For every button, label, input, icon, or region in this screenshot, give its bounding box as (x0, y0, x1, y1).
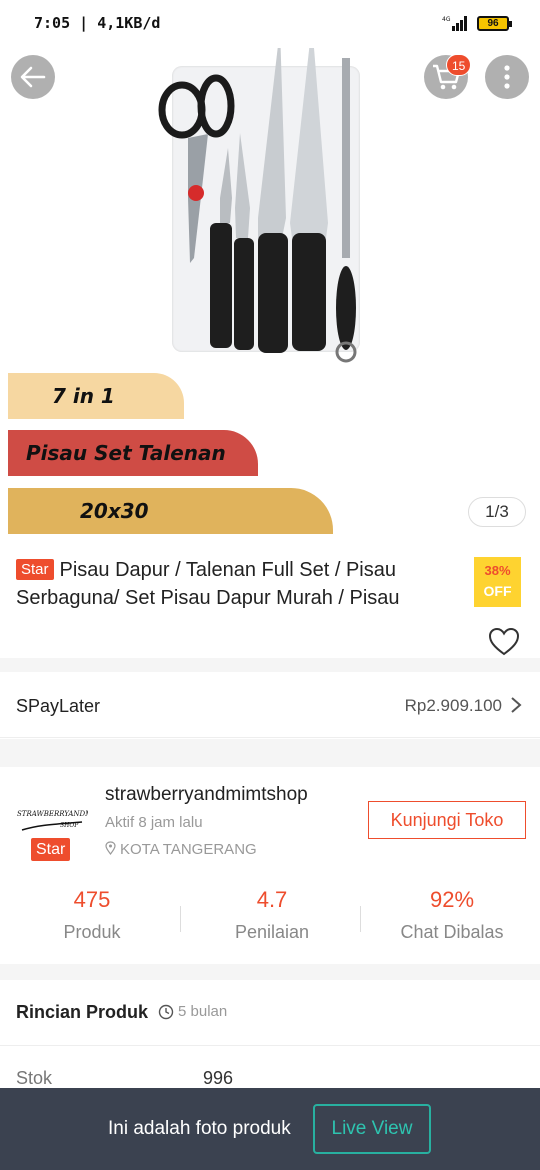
chevron-right-icon (511, 697, 522, 713)
details-time-text: 5 bulan (178, 1003, 228, 1020)
visit-shop-button[interactable]: Kunjungi Toko (368, 801, 526, 839)
spaylater-value: Rp2.909.100 (404, 696, 502, 715)
discount-percent: 38% (484, 563, 511, 578)
detail-row-value: 996 (203, 1068, 234, 1088)
status-time: 7:05 | 4,1KB/d (34, 14, 161, 32)
shop-stat-rating[interactable]: 4.7 Penilaian (182, 885, 362, 949)
stat-value: 4.7 (256, 887, 288, 912)
stat-value: 475 (73, 887, 111, 912)
shop-logo[interactable]: STRAWBERRYANDMIMI SHOP (16, 804, 88, 836)
stat-value: 92% (429, 887, 475, 912)
svg-text:SHOP: SHOP (60, 822, 79, 829)
svg-text:4G: 4G (442, 16, 451, 23)
stat-label: Produk (63, 922, 121, 942)
divider (0, 1045, 540, 1046)
bottom-bar: Ini adalah foto produk Live View (0, 1088, 540, 1170)
details-time: 5 bulan (158, 1003, 227, 1020)
battery-icon: 96 (477, 16, 512, 31)
clock-icon (158, 1004, 174, 1019)
details-title: Rincian Produk (16, 1002, 149, 1022)
banner-count: 7 in 1 (8, 373, 184, 419)
shop-stat-chat[interactable]: 92% Chat Dibalas (362, 885, 540, 949)
product-title-text: Pisau Dapur / Talenan Full Set / Pisau S… (16, 559, 400, 609)
product-page: 7:05 | 4,1KB/d 4G 96 15 7 in 1 Pisau Set… (0, 0, 540, 1170)
more-button[interactable] (485, 55, 529, 99)
shop-stat-products[interactable]: 475 Produk (2, 885, 182, 949)
detail-row-label: Stok (16, 1068, 53, 1088)
location-pin-icon (105, 841, 116, 855)
svg-text:STRAWBERRYANDMIMI: STRAWBERRYANDMIMI (17, 810, 88, 818)
banner-size: 20x30 (8, 488, 333, 534)
back-button[interactable] (11, 55, 55, 99)
shop-active-status: Aktif 8 jam lalu (105, 814, 203, 831)
star-badge: Star (16, 559, 54, 580)
shop-name[interactable]: strawberryandmimtshop (105, 784, 308, 806)
shop-star-badge: Star (31, 838, 71, 861)
product-gallery[interactable]: 15 7 in 1 Pisau Set Talenan 20x30 1/3 (0, 48, 540, 538)
spaylater-label: SPayLater (16, 696, 101, 716)
stat-label: Penilaian (234, 922, 310, 942)
back-arrow-icon (20, 66, 46, 88)
section-divider (0, 964, 540, 980)
stat-label: Chat Dibalas (400, 922, 504, 942)
spaylater-row[interactable]: SPayLater Rp2.909.100 (0, 672, 540, 738)
gallery-page-indicator: 1/3 (468, 497, 526, 527)
discount-badge: 38% OFF (474, 557, 521, 607)
banner-product: Pisau Set Talenan (8, 430, 258, 476)
more-vertical-icon (504, 65, 510, 89)
signal-icon: 4G (442, 16, 467, 31)
section-divider (0, 739, 540, 767)
stat-divider (360, 906, 361, 932)
live-view-button[interactable]: Live View (313, 1104, 431, 1154)
shop-location: KOTA TANGERANG (105, 841, 257, 858)
section-divider (0, 658, 540, 672)
product-image (158, 48, 357, 363)
heart-icon[interactable] (488, 627, 520, 657)
cart-count-badge: 15 (446, 54, 472, 76)
product-title: Star Pisau Dapur / Talenan Full Set / Pis… (16, 556, 456, 612)
discount-off-label: OFF (483, 583, 512, 599)
shop-location-text: KOTA TANGERANG (120, 841, 257, 858)
status-bar: 7:05 | 4,1KB/d 4G 96 (0, 0, 540, 48)
bottom-bar-text: Ini adalah foto produk (108, 1118, 291, 1139)
stat-divider (180, 906, 181, 932)
